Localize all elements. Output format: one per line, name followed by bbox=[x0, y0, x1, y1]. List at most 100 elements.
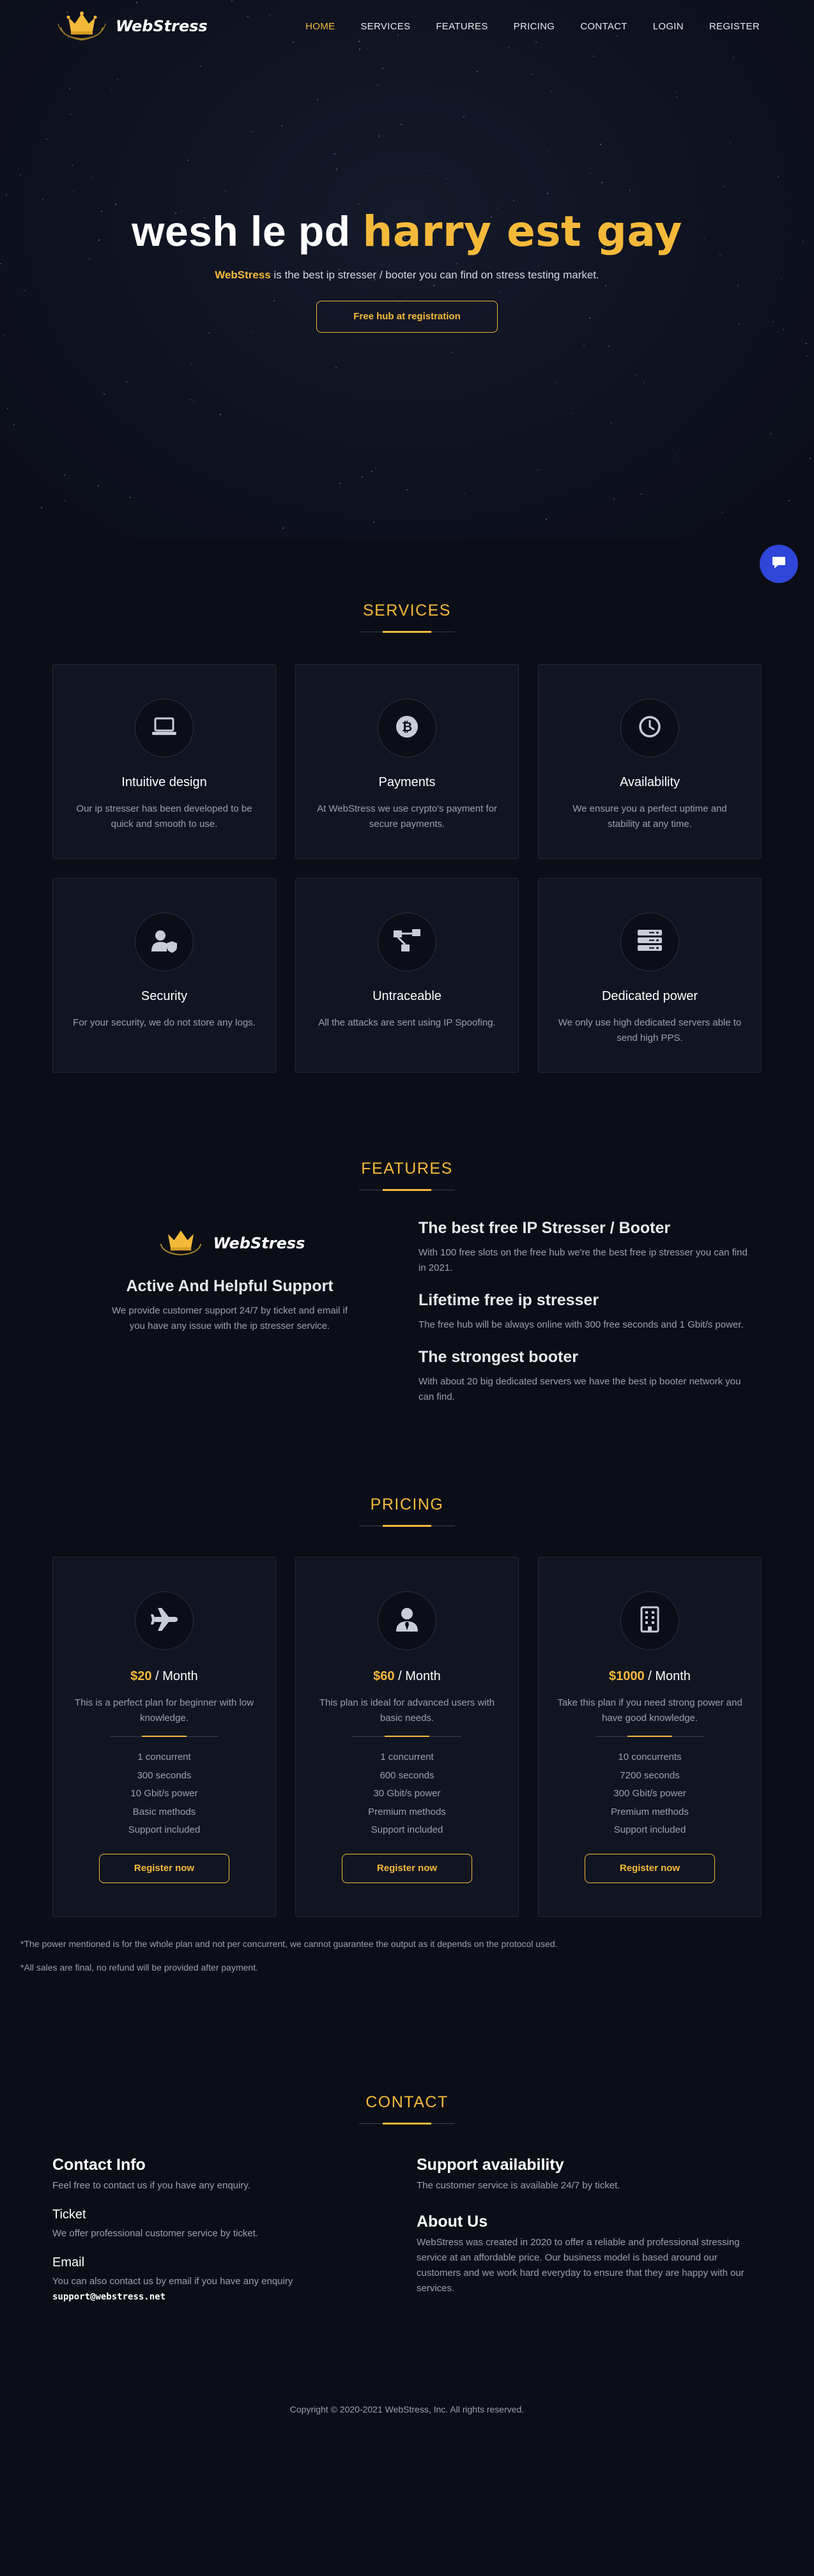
star bbox=[13, 424, 15, 426]
star bbox=[634, 374, 636, 375]
star bbox=[125, 381, 127, 383]
plan-description: Take this plan if you need strong power … bbox=[557, 1697, 742, 1724]
plan-price-amount: $1000 bbox=[609, 1669, 645, 1683]
plan-card-advanced: $60 / Month This plan is ideal for advan… bbox=[295, 1557, 519, 1917]
service-text: Our ip stresser has been developed to be… bbox=[76, 803, 252, 830]
feature-text: With 100 free slots on the free hub we'r… bbox=[419, 1247, 748, 1273]
plan-feature: Support included bbox=[613, 1824, 686, 1835]
email-text: You can also contact us by email if you … bbox=[52, 2276, 293, 2287]
nav-home[interactable]: HOME bbox=[305, 21, 335, 32]
copyright: Copyright © 2020-2021 WebStress, Inc. Al… bbox=[289, 2404, 525, 2414]
nav-register[interactable]: REGISTER bbox=[709, 21, 760, 32]
features-title: FEATURES bbox=[361, 1160, 453, 1178]
nav-login[interactable]: LOGIN bbox=[653, 21, 684, 32]
star bbox=[788, 500, 790, 502]
plan-price-period: / Month bbox=[394, 1669, 441, 1683]
chat-icon bbox=[771, 555, 787, 573]
star bbox=[191, 362, 193, 364]
star bbox=[3, 334, 4, 336]
nav-services[interactable]: SERVICES bbox=[360, 21, 410, 32]
star bbox=[451, 352, 453, 354]
plan-description: This is a perfect plan for beginner with… bbox=[74, 1697, 254, 1724]
plan-divider bbox=[595, 1736, 704, 1737]
plan-feature: Premium methods bbox=[368, 1806, 446, 1817]
nav-pricing[interactable]: PRICING bbox=[514, 21, 555, 32]
support-availability-title: Support availability bbox=[417, 2156, 564, 2174]
navbar: WebStress HOME SERVICES FEATURES PRICING… bbox=[0, 0, 814, 52]
logo[interactable]: WebStress bbox=[54, 8, 208, 45]
service-title: Security bbox=[141, 989, 188, 1003]
plan-divider bbox=[110, 1736, 219, 1737]
service-title: Payments bbox=[378, 775, 436, 789]
plan-price-period: / Month bbox=[644, 1669, 691, 1683]
register-button[interactable]: Register now bbox=[585, 1853, 715, 1883]
service-card-untraceable: Untraceable All the attacks are sent usi… bbox=[295, 878, 519, 1073]
plan-feature: 1 concurrent bbox=[137, 1752, 191, 1762]
service-card-availability: Availability We ensure you a perfect upt… bbox=[538, 664, 762, 859]
crown-icon bbox=[155, 1225, 207, 1261]
plan-price-period: / Month bbox=[151, 1669, 198, 1683]
star bbox=[335, 367, 337, 369]
service-text: We only use high dedicated servers able … bbox=[558, 1017, 742, 1043]
nav-features[interactable]: FEATURES bbox=[436, 21, 488, 32]
contact-info-text: Feel free to contact us if you have any … bbox=[52, 2180, 250, 2191]
register-button[interactable]: Register now bbox=[342, 1853, 472, 1883]
chat-button[interactable] bbox=[760, 545, 798, 583]
services-section: SERVICES Intuitive design Our ip stresse… bbox=[0, 540, 814, 1073]
support-availability-text: The customer service is available 24/7 b… bbox=[417, 2180, 620, 2191]
feature-title: Lifetime free ip stresser bbox=[419, 1291, 599, 1309]
plan-description: This plan is ideal for advanced users wi… bbox=[319, 1697, 495, 1724]
star bbox=[282, 527, 284, 529]
hero-title-white: wesh le pd bbox=[132, 208, 351, 255]
star bbox=[339, 482, 341, 484]
star bbox=[721, 511, 723, 513]
pricing-note-power: *The power mentioned is for the whole pl… bbox=[20, 1939, 558, 1949]
free-hub-button[interactable]: Free hub at registration bbox=[316, 301, 498, 333]
star bbox=[676, 455, 678, 457]
star bbox=[6, 408, 8, 410]
svg-text:₿: ₿ bbox=[402, 719, 412, 734]
register-button[interactable]: Register now bbox=[99, 1853, 229, 1883]
star bbox=[361, 476, 363, 478]
about-text: WebStress was created in 2020 to offer a… bbox=[417, 2237, 744, 2294]
plan-price: $60 / Month bbox=[296, 1669, 518, 1684]
plan-card-enterprise: $1000 / Month Take this plan if you need… bbox=[538, 1557, 762, 1917]
feature-list: The best free IP Stresser / Booter With … bbox=[407, 1219, 762, 1405]
plan-feature: 300 seconds bbox=[137, 1769, 192, 1781]
pricing-note-refund: *All sales are final, no refund will be … bbox=[20, 1962, 258, 1973]
star bbox=[192, 400, 194, 402]
service-text: For your security, we do not store any l… bbox=[73, 1017, 256, 1028]
about-title: About Us bbox=[417, 2213, 488, 2231]
contact-right: Support availability The customer servic… bbox=[407, 2156, 762, 2302]
plan-price-amount: $60 bbox=[373, 1669, 395, 1683]
contact-section: CONTACT Contact Info Feel free to contac… bbox=[0, 1974, 814, 2302]
star bbox=[406, 489, 408, 490]
footer: Copyright © 2020-2021 WebStress, Inc. Al… bbox=[0, 2302, 814, 2430]
star bbox=[40, 506, 42, 508]
plan-feature: 1 concurrent bbox=[380, 1752, 434, 1762]
star bbox=[641, 493, 643, 495]
section-divider bbox=[359, 2123, 455, 2124]
star bbox=[220, 413, 222, 415]
nav-contact[interactable]: CONTACT bbox=[580, 21, 627, 32]
hero-subtitle: WebStress is the best ip stresser / boot… bbox=[0, 269, 814, 282]
star bbox=[464, 493, 466, 495]
plan-feature: Premium methods bbox=[611, 1806, 689, 1817]
feature-item: Lifetime free ip stresser The free hub w… bbox=[419, 1291, 762, 1333]
crown-icon bbox=[54, 8, 109, 45]
plan-feature: 600 seconds bbox=[380, 1769, 434, 1781]
star bbox=[570, 413, 572, 415]
plan-feature: 10 concurrents bbox=[618, 1752, 682, 1762]
plan-divider bbox=[353, 1736, 461, 1737]
hero-subtitle-text: is the best ip stresser / booter you can… bbox=[270, 269, 599, 281]
plan-feature: Support included bbox=[371, 1824, 443, 1835]
pricing-notes: *The power mentioned is for the whole pl… bbox=[20, 1937, 794, 1974]
support-text: We provide customer support 24/7 by tick… bbox=[111, 1305, 348, 1331]
star bbox=[104, 393, 105, 395]
plan-feature: Basic methods bbox=[132, 1806, 196, 1817]
plan-feature: Support included bbox=[128, 1824, 201, 1835]
service-title: Untraceable bbox=[372, 989, 442, 1003]
email-link[interactable]: support@webstress.net bbox=[52, 2292, 407, 2302]
star bbox=[643, 382, 645, 384]
star bbox=[546, 518, 548, 520]
